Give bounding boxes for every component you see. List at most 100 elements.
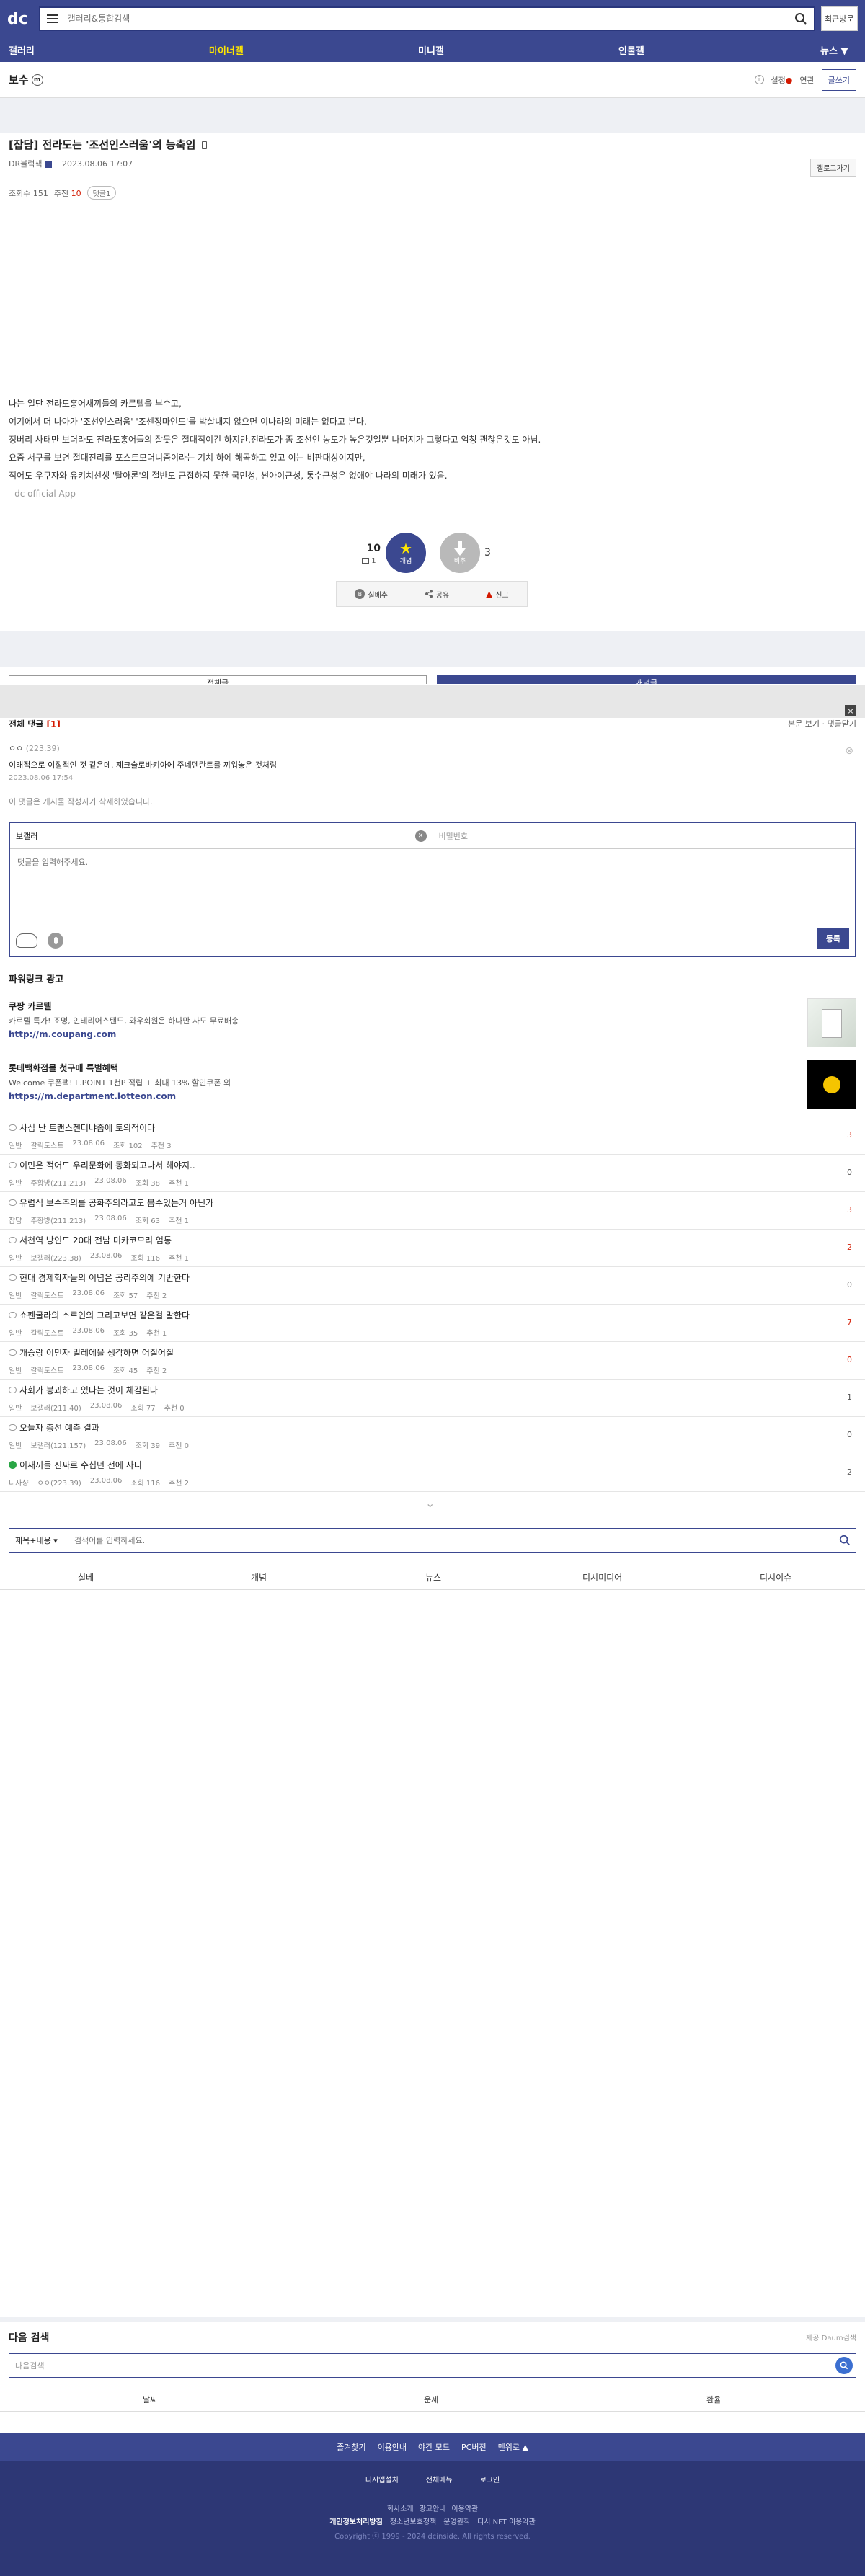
upvote-button[interactable]: ★ 개념 — [386, 533, 426, 573]
silbe-button[interactable]: B 실베추 — [355, 589, 388, 600]
terms-link[interactable]: 이용약관 — [451, 2502, 478, 2513]
close-comments-link[interactable]: 댓글닫기 — [828, 719, 856, 727]
report-button[interactable]: ▲ 신고 — [486, 589, 509, 600]
tab-dc-issue[interactable]: 디시이슈 — [760, 1564, 791, 1590]
keyword-fortune[interactable]: 운세 — [424, 2386, 438, 2412]
keyword-exchange[interactable]: 환율 — [706, 2386, 721, 2412]
list-item-title[interactable]: 오늘자 총선 예측 결과 — [19, 1421, 99, 1434]
search-icon[interactable] — [835, 2357, 853, 2374]
post-stats: 조회수 151 추천 10 댓글1 — [9, 186, 117, 200]
overlay-close-icon[interactable]: × — [845, 705, 856, 716]
phone-icon — [201, 141, 207, 149]
pc-version-link[interactable]: PC버전 — [461, 2441, 487, 2453]
ad-thumbnail[interactable] — [807, 998, 856, 1047]
comment-author[interactable]: ㅇㅇ (223.39) — [9, 742, 856, 754]
ad-thumbnail[interactable] — [807, 1060, 856, 1109]
gallog-button[interactable]: 갤로그가기 — [810, 159, 856, 177]
info-icon[interactable]: i — [754, 75, 764, 84]
privacy-link[interactable]: 개인정보처리방침 — [329, 2515, 383, 2526]
guide-link[interactable]: 이용안내 — [378, 2441, 407, 2453]
tab-news[interactable]: 뉴스 — [425, 1564, 441, 1590]
list-item-title[interactable]: 이새끼들 진짜로 수십년 전에 사니 — [19, 1459, 142, 1471]
ad-url[interactable]: https://m.department.lotteon.com — [9, 1091, 856, 1101]
list-item[interactable]: 오늘자 총선 예측 결과 일반 보갤러(121.157) 23.08.06 조회 39 추… — [0, 1417, 865, 1454]
all-menu-link[interactable]: 전체메뉴 — [426, 2474, 453, 2484]
divider — [0, 2411, 865, 2412]
ad-band — [0, 631, 865, 667]
dccon-icon[interactable] — [16, 933, 37, 948]
to-top-link[interactable]: 맨위로 ▲ — [498, 2441, 528, 2453]
operation-policy-link[interactable]: 운영원칙 — [443, 2515, 470, 2526]
daum-search-input[interactable]: 다음검색 — [9, 2353, 856, 2378]
related-link[interactable]: 연관 — [799, 74, 814, 86]
downvote-button[interactable]: 비추 — [440, 533, 480, 573]
ad-url[interactable]: http://m.coupang.com — [9, 1029, 856, 1039]
footer: 디시앱설치 전체메뉴 로그인 회사소개 광고안내 이용약관 개인정보처리방침 청… — [0, 2461, 865, 2576]
nft-terms-link[interactable]: 디시 NFT 이용약관 — [477, 2515, 536, 2526]
list-item-title[interactable]: 쇼펜굴라의 소로인의 그리고보면 같은걸 말한다 — [19, 1309, 190, 1321]
ad-item[interactable]: 쿠팡 카르텔 카르텔 특가! 조명, 인테리어스탠드, 와우회원은 하나만 사도… — [0, 992, 865, 1054]
app-install-link[interactable]: 디시앱설치 — [365, 2474, 399, 2484]
write-button[interactable]: 글쓰기 — [821, 68, 856, 91]
submit-button[interactable]: 등록 — [817, 928, 849, 949]
clear-icon[interactable]: ✕ — [414, 830, 427, 842]
nav-minor-gallery[interactable]: 마이너갤 — [209, 37, 244, 62]
youth-policy-link[interactable]: 청소년보호정책 — [390, 2515, 436, 2526]
list-item[interactable]: 이민은 적어도 우리문화에 동화되고나서 해야지.. 일반 주황방(211.213)… — [0, 1155, 865, 1192]
password-field[interactable]: 비밀번호 — [432, 823, 856, 848]
tab-silbe[interactable]: 실베 — [78, 1564, 94, 1590]
comment-count-pill[interactable]: 댓글1 — [86, 186, 117, 200]
list-item[interactable]: 사회가 붕괴하고 있다는 것이 체감된다 일반 보갤러(211.40) 23.08.0… — [0, 1380, 865, 1417]
nav-person-gallery[interactable]: 인물갤 — [618, 37, 644, 62]
night-mode-link[interactable]: 야간 모드 — [418, 2441, 450, 2453]
nav-gallery[interactable]: 갤러리 — [9, 37, 35, 62]
setting-link[interactable]: 설정● — [771, 74, 793, 86]
list-item[interactable]: 쇼펜굴라의 소로인의 그리고보면 같은걸 말한다 일반 갈릭도스트 23.08.06 조… — [0, 1305, 865, 1342]
comment-header: 전체 댓글 [1] 본문 보기 · 댓글닫기 — [9, 718, 856, 727]
gallery-title[interactable]: 보수 — [9, 72, 29, 87]
list-item-comments: 2 — [847, 1467, 852, 1477]
search-type-select[interactable]: 제목+내용 ▾ — [9, 1533, 68, 1547]
comment-textarea[interactable] — [10, 849, 855, 921]
dc-logo[interactable]: dc — [7, 8, 32, 30]
list-item-title[interactable]: 개승랑 이민자 밀레에을 생각하면 어질어질 — [19, 1346, 174, 1359]
tab-gaenyeom[interactable]: 개념 — [251, 1564, 267, 1590]
voice-icon[interactable] — [48, 933, 63, 949]
nav-mini-gallery[interactable]: 미니갤 — [418, 37, 444, 62]
list-item-title[interactable]: 현대 경제학자들의 이념은 공리주의에 기반한다 — [19, 1271, 190, 1284]
list-item-title[interactable]: 사회가 붕괴하고 있다는 것이 체감된다 — [19, 1384, 158, 1396]
company-link[interactable]: 회사소개 — [387, 2502, 414, 2513]
list-item[interactable]: 서천역 방인도 20대 전남 미카코모리 엄통 일반 보갤러(223.38) 23.0… — [0, 1230, 865, 1267]
tab-dc-media[interactable]: 디시미디어 — [582, 1564, 622, 1590]
list-item[interactable]: 개승랑 이민자 밀레에을 생각하면 어질어질 일반 갈릭도스트 23.08.06 조회 … — [0, 1342, 865, 1380]
view-body-link[interactable]: 본문 보기 — [788, 719, 820, 727]
keyword-weather[interactable]: 날씨 — [143, 2386, 157, 2412]
list-item[interactable]: 이새끼들 진짜로 수십년 전에 사니 디자샹 ㅇㅇ(223.39) 23.08.06 조… — [0, 1454, 865, 1492]
list-item[interactable]: 사심 난 트랜스젠더냐좀에 토의적이다 일반 갈릭도스트 23.08.06 조회 102… — [0, 1117, 865, 1155]
menu-icon[interactable] — [40, 8, 65, 30]
login-link[interactable]: 로그인 — [480, 2474, 500, 2484]
search-icon[interactable] — [834, 1535, 856, 1546]
post-body: 나는 일단 전라도홍어새끼들의 카르텔을 부수고, 여기에서 더 나아가 '조선… — [9, 395, 856, 503]
list-item[interactable]: 유럽식 보수주의를 공화주의라고도 봄수있는거 아닌가 잡담 주황방(211.213… — [0, 1192, 865, 1230]
search-icon[interactable] — [788, 8, 814, 30]
author-name[interactable]: DR블럭책 — [9, 158, 52, 169]
ad-item[interactable]: 롯데백화점몰 첫구매 특별혜택 Welcome 쿠폰팩! L.POINT 1천P… — [0, 1054, 865, 1116]
chevron-down-icon[interactable]: ⌄ — [425, 1496, 435, 1510]
search-input[interactable] — [64, 9, 788, 29]
bookmark-link[interactable]: 즐겨찾기 — [337, 2441, 365, 2453]
featured-posts-button[interactable]: 개념글 — [437, 675, 856, 684]
ad-info-link[interactable]: 광고안내 — [420, 2502, 446, 2513]
list-item-title[interactable]: 서천역 방인도 20대 전남 미카코모리 엄통 — [19, 1234, 172, 1246]
list-item-title[interactable]: 유럽식 보수주의를 공화주의라고도 봄수있는거 아닌가 — [19, 1196, 213, 1209]
board-search-input[interactable] — [68, 1530, 834, 1550]
recent-visit-button[interactable]: 최근방문 — [820, 6, 858, 31]
list-item-title[interactable]: 이민은 적어도 우리문화에 동화되고나서 해야지.. — [19, 1159, 195, 1171]
list-item-title[interactable]: 사심 난 트랜스젠더냐좀에 토의적이다 — [19, 1122, 155, 1134]
comment-delete-icon[interactable]: ⊗ — [845, 745, 853, 757]
share-button[interactable]: 공유 — [425, 589, 449, 600]
nav-news[interactable]: 뉴스 ▼ — [820, 37, 848, 62]
all-posts-button[interactable]: 전체글 — [9, 675, 427, 684]
nickname-field[interactable]: 보갤러 ✕ — [10, 823, 432, 848]
list-item[interactable]: 현대 경제학자들의 이념은 공리주의에 기반한다 일반 갈릭도스트 23.08.06 조… — [0, 1267, 865, 1305]
